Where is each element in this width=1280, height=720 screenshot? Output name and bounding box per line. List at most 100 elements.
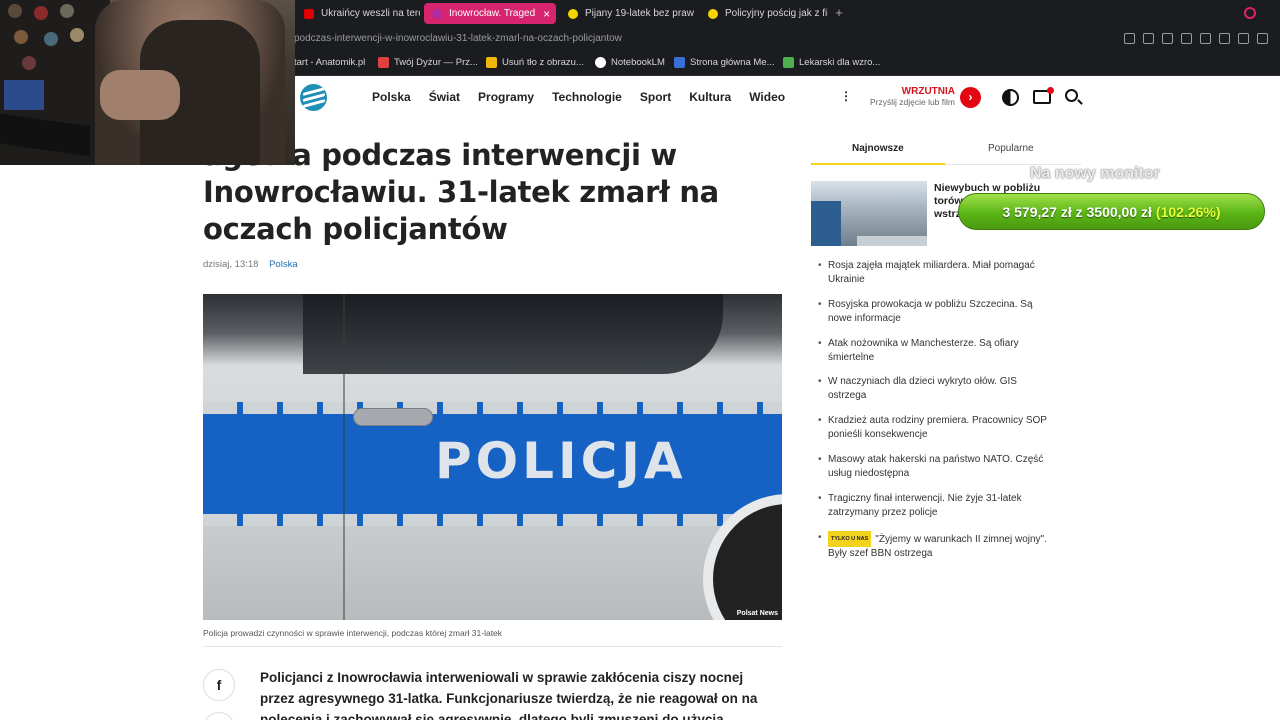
patch-badge-icon [70,28,84,42]
car-door-handle [353,408,433,426]
news-item-text: W naczyniach dla dzieci wykryto ołów. GI… [828,376,1017,402]
bookmark-label: NotebookLM [611,57,665,68]
car-door-seam [343,294,345,620]
site-favicon-icon [568,8,578,19]
nav-wideo[interactable]: Wideo [749,90,785,104]
nav-sport[interactable]: Sport [640,90,671,104]
article-category[interactable]: Polska [269,259,298,270]
more-menu-icon[interactable]: ⋮ [840,89,852,103]
bookmark-label: Strona główna Me... [690,57,775,68]
car-checker-bottom [203,514,782,526]
extensions-icon[interactable] [1257,33,1268,44]
exclusive-badge: TYLKO U NAS [828,530,872,547]
search-icon[interactable] [1065,89,1078,102]
bookmark-favicon-icon [783,57,794,68]
tab-label: Inowrocław. Traged [449,8,536,19]
bookmark-lekarski[interactable]: Lekarski dla wzro... [783,57,880,68]
tab-label: Ukraińcy weszli na teren [321,8,420,19]
list-item[interactable]: Rosyjska prowokacja w pobliżu Szczecina.… [818,298,1058,337]
bookmark-label: Usuń tło z obrazu... [502,57,584,68]
webcam-overlay [0,0,295,165]
sidebar-tabs: Najnowsze Popularne [811,138,1081,166]
tab-najnowsze[interactable]: Najnowsze [852,143,904,154]
car-window [303,294,723,374]
list-item[interactable]: Masowy atak hakerski na państwo NATO. Cz… [818,453,1058,492]
browser-toolbar [1124,33,1268,44]
donation-goal-bar: 3 579,27 zł z 3500,00 zł (102.26%) [958,193,1265,230]
patch-badge-icon [8,4,22,18]
facebook-share-icon[interactable]: f [203,669,235,701]
active-tab-underline [811,163,945,165]
news-item-text: Atak nożownika w Manchesterze. Są ofiary… [828,337,1019,363]
snapshot-icon[interactable] [1162,33,1173,44]
heart-icon[interactable] [1238,33,1249,44]
player-icon[interactable] [1219,33,1230,44]
tab-pijany[interactable]: Pijany 19-latek bez praw [560,3,696,24]
wrzutnia-title: WRZUTNIA [901,86,955,97]
photo-credit: Polsat News [736,610,778,617]
list-item[interactable]: Tragiczny finał interwencji. Nie żyje 31… [818,492,1058,531]
article-lead: Policjanci z Inowrocławia interweniowali… [260,670,758,720]
featured-news-image[interactable] [811,181,927,246]
donation-goal-label: Na nowy monitor [1030,165,1160,182]
nav-technologie[interactable]: Technologie [552,90,622,104]
patch-badge-icon [34,6,48,20]
patch-badge-icon [22,56,36,70]
list-item[interactable]: Kradzież auta rodziny premiera. Pracowni… [818,414,1058,453]
list-item[interactable]: Rosja zajęła majątek miliardera. Miał po… [818,259,1058,298]
tab-inowroclaw[interactable]: Inowrocław. Traged × [424,3,556,24]
photo-caption: Policja prowadzi czynności w sprawie int… [203,628,503,638]
wrzutnia-link[interactable]: WRZUTNIA Przyślij zdjęcie lub film [865,86,955,107]
tab-poscig[interactable]: Policyjny pościg jak z film [700,3,828,24]
nav-programy[interactable]: Programy [478,90,534,104]
list-item[interactable]: Atak nożownika w Manchesterze. Są ofiary… [818,337,1058,376]
nav-polska[interactable]: Polska [372,90,411,104]
patch-badge-icon [60,4,74,18]
bookmark-favicon-icon [486,57,497,68]
contrast-icon[interactable] [1002,89,1019,106]
bookmark-twoj-dyzur[interactable]: Twój Dyżur — Prz... [378,57,478,68]
bookmark-label: tart - Anatomik.pl [294,57,366,68]
shield-icon[interactable] [1181,33,1192,44]
bookmark-strona-glowna[interactable]: Strona główna Me... [674,57,775,68]
news-item-text: Rosyjska prowokacja w pobliżu Szczecina.… [828,298,1033,324]
site-favicon-icon [708,8,718,19]
article-photo: POLICJA Polsat News [203,294,782,620]
share-icon[interactable] [203,712,235,720]
mail-icon[interactable] [1033,87,1054,104]
news-item-text: Rosja zajęła majątek miliardera. Miał po… [828,260,1035,285]
car-policja-text: POLICJA [435,432,687,490]
new-tab-button[interactable]: + [832,5,846,21]
tab-ukraincy[interactable]: Ukraińcy weszli na teren [296,3,420,24]
goal-percent: (102.26%) [1155,203,1221,220]
article-meta: dzisiaj, 13:18 Polska [203,259,298,270]
send-icon[interactable] [1200,33,1211,44]
search-tabs-icon[interactable] [1244,7,1256,19]
nav-swiat[interactable]: Świat [429,90,460,104]
bookmark-usun-tlo[interactable]: Usuń tło z obrazu... [486,57,584,68]
car-checker-top [203,402,782,414]
list-item[interactable]: TYLKO U NAS"Żyjemy w warunkach II zimnej… [818,530,1058,570]
bookmark-anatomik[interactable]: tart - Anatomik.pl [294,57,365,68]
patch-badge-icon [44,32,58,46]
tab-label: Pijany 19-latek bez praw [585,8,694,19]
wrzutnia-subtitle: Przyślij zdjęcie lub film [869,97,955,107]
site-logo-icon[interactable] [300,84,327,111]
bookmark-favicon-icon [674,57,685,68]
main-nav: Polska Świat Programy Technologie Sport … [372,90,803,104]
youtube-favicon-icon [304,8,314,19]
goal-amount: 3 579,27 zł z 3500,00 zł [1002,203,1152,220]
tab-popularne[interactable]: Popularne [988,143,1034,154]
bookmark-notebooklm[interactable]: NotebookLM [595,57,665,68]
news-item-text: Tragiczny finał interwencji. Nie żyje 31… [828,492,1022,518]
news-list: Rosja zajęła majątek miliardera. Miał po… [818,259,1058,569]
nav-kultura[interactable]: Kultura [689,90,731,104]
screen: Ukraińcy weszli na teren Inowrocław. Tra… [0,0,1280,720]
news-item-text: Kradzież auta rodziny premiera. Pracowni… [828,415,1047,441]
sidebar-icon[interactable] [1124,33,1135,44]
list-item[interactable]: W naczyniach dla dzieci wykryto ołów. GI… [818,375,1058,414]
pin-icon[interactable] [1143,33,1154,44]
tab-label: Policyjny pościg jak z film [725,8,828,19]
wrzutnia-arrow-icon[interactable]: › [960,87,981,108]
close-tab-icon[interactable]: × [543,7,550,21]
